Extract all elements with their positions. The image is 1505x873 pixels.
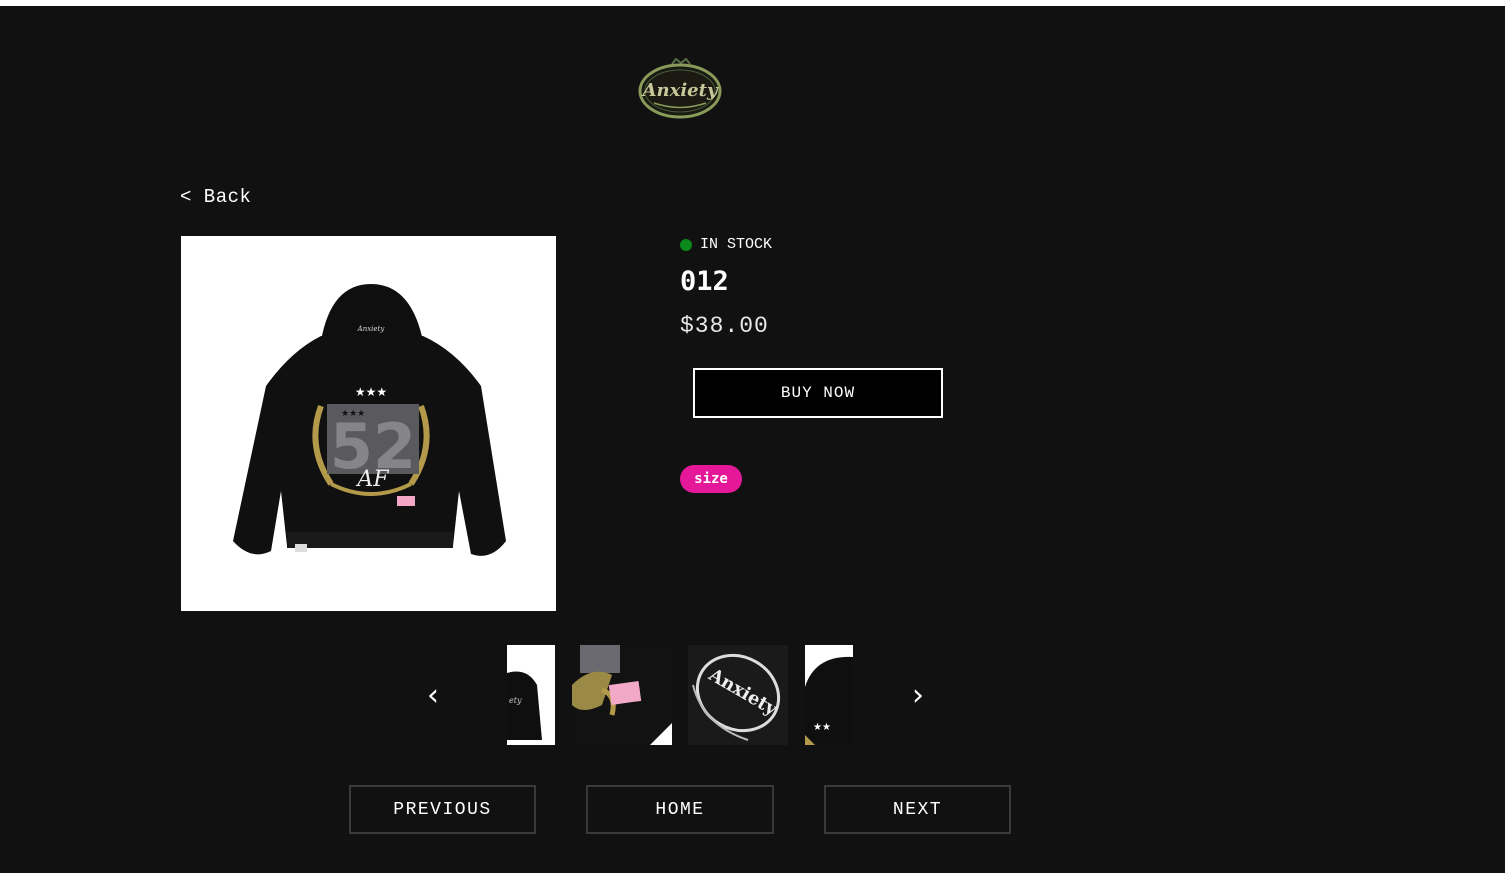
thumbnail-4[interactable]: ★★ — [805, 645, 853, 745]
stock-status: IN STOCK — [680, 236, 772, 253]
stock-status-label: IN STOCK — [700, 236, 773, 253]
previous-product-button[interactable]: PREVIOUS — [349, 785, 536, 834]
carousel-prev-icon[interactable]: ‹ — [427, 676, 439, 716]
size-selector-button[interactable]: size — [680, 465, 742, 493]
product-image[interactable]: Anxiety ★★★ 52 ★★★ AF — [181, 236, 556, 611]
next-product-button[interactable]: NEXT — [824, 785, 1011, 834]
thumbnail-1[interactable]: ety — [507, 645, 555, 745]
svg-text:★★★: ★★★ — [341, 409, 365, 419]
svg-text:Anxiety: Anxiety — [641, 80, 719, 101]
top-border — [0, 0, 1505, 6]
back-link[interactable]: < Back — [180, 186, 251, 208]
carousel-next-icon[interactable]: › — [912, 676, 924, 716]
thumbnail-2[interactable] — [572, 645, 672, 745]
svg-text:Anxiety: Anxiety — [357, 325, 386, 333]
svg-text:AF: AF — [355, 467, 389, 492]
in-stock-dot-icon — [680, 238, 692, 251]
svg-text:★★★: ★★★ — [355, 385, 387, 399]
brand-logo[interactable]: Anxiety — [636, 56, 726, 122]
product-price: $38.00 — [680, 313, 769, 339]
svg-text:★★: ★★ — [813, 722, 831, 733]
product-title: 012 — [680, 266, 729, 297]
home-button[interactable]: HOME — [586, 785, 774, 834]
thumbnail-3[interactable]: Anxiety — [688, 645, 788, 745]
buy-now-button[interactable]: BUY NOW — [693, 368, 943, 418]
svg-text:ety: ety — [509, 696, 522, 705]
